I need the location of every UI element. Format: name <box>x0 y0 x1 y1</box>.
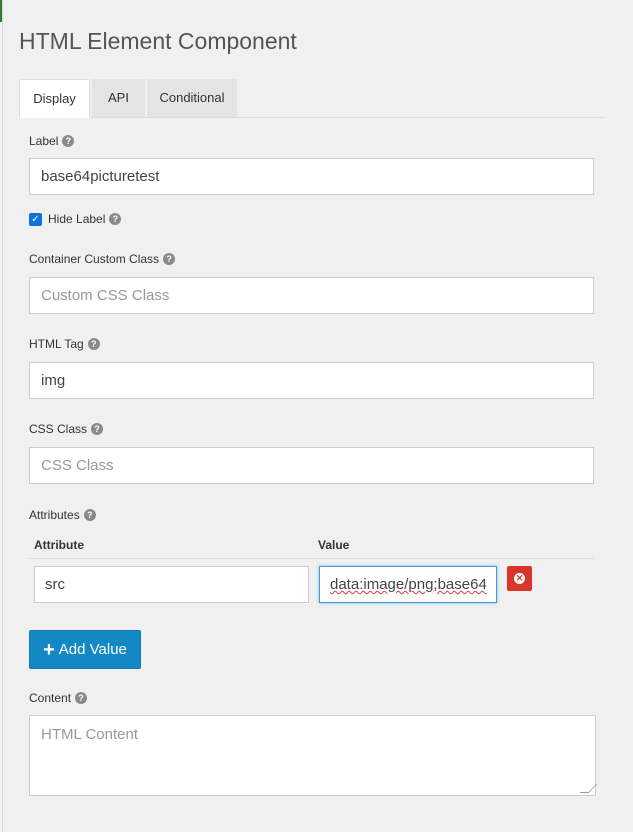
attribute-column-header: Attribute <box>34 538 84 552</box>
value-input[interactable]: data:image/png;base64 <box>319 566 497 603</box>
question-circle-icon[interactable]: ? <box>91 423 104 435</box>
html-tag-label-text: HTML Tag <box>29 337 84 351</box>
plus-icon: + <box>43 638 55 661</box>
hide-label-text: Hide Label <box>48 212 106 226</box>
html-tag-label: HTML Tag ? <box>29 337 100 351</box>
resize-handle[interactable] <box>579 784 598 793</box>
question-circle-icon[interactable]: ? <box>87 338 100 350</box>
container-class-label-text: Container Custom Class <box>29 252 160 266</box>
value-column-header: Value <box>318 538 350 552</box>
container-class-label: Container Custom Class ? <box>29 252 176 266</box>
label-field-label-text: Label <box>29 134 59 148</box>
question-circle-icon[interactable]: ? <box>109 213 122 225</box>
hide-label-row: ✓ Hide Label ? <box>29 212 122 226</box>
container-class-input[interactable]: Custom CSS Class <box>29 277 594 314</box>
content-placeholder: HTML Content <box>41 726 138 743</box>
content-label-text: Content <box>29 691 72 705</box>
page-title: HTML Element Component <box>19 28 297 54</box>
tab-api[interactable]: API <box>92 79 145 117</box>
attribute-input[interactable]: src <box>34 566 309 603</box>
hide-label-checkbox[interactable]: ✓ <box>29 212 42 226</box>
question-circle-icon[interactable]: ? <box>163 253 176 265</box>
remove-row-button[interactable]: ✕ <box>507 566 532 591</box>
component-settings-panel: HTML Element Component Display API Condi… <box>2 0 633 832</box>
value-input-text: data:image/png;base64 <box>330 576 487 593</box>
question-circle-icon[interactable]: ? <box>75 692 88 704</box>
tab-display[interactable]: Display <box>19 79 90 118</box>
content-label: Content ? <box>29 691 88 705</box>
question-circle-icon[interactable]: ? <box>83 509 96 521</box>
question-circle-icon[interactable]: ? <box>62 135 75 147</box>
content-textarea[interactable]: HTML Content <box>29 715 598 796</box>
add-value-label: Add Value <box>58 641 127 658</box>
html-tag-input[interactable]: img <box>29 362 594 399</box>
css-class-input[interactable]: CSS Class <box>29 447 594 484</box>
label-field-label: Label ? <box>29 134 75 148</box>
tab-conditional[interactable]: Conditional <box>147 79 237 117</box>
label-input[interactable]: base64picturetest <box>29 158 594 195</box>
css-class-label-text: CSS Class <box>29 422 88 436</box>
attributes-label: Attributes ? <box>29 508 96 522</box>
table-divider <box>29 558 594 559</box>
tab-bar: Display API Conditional <box>19 79 605 118</box>
css-class-label: CSS Class ? <box>29 422 104 436</box>
times-circle-icon: ✕ <box>514 573 525 584</box>
attributes-label-text: Attributes <box>29 508 80 522</box>
add-value-button[interactable]: + Add Value <box>29 630 141 669</box>
